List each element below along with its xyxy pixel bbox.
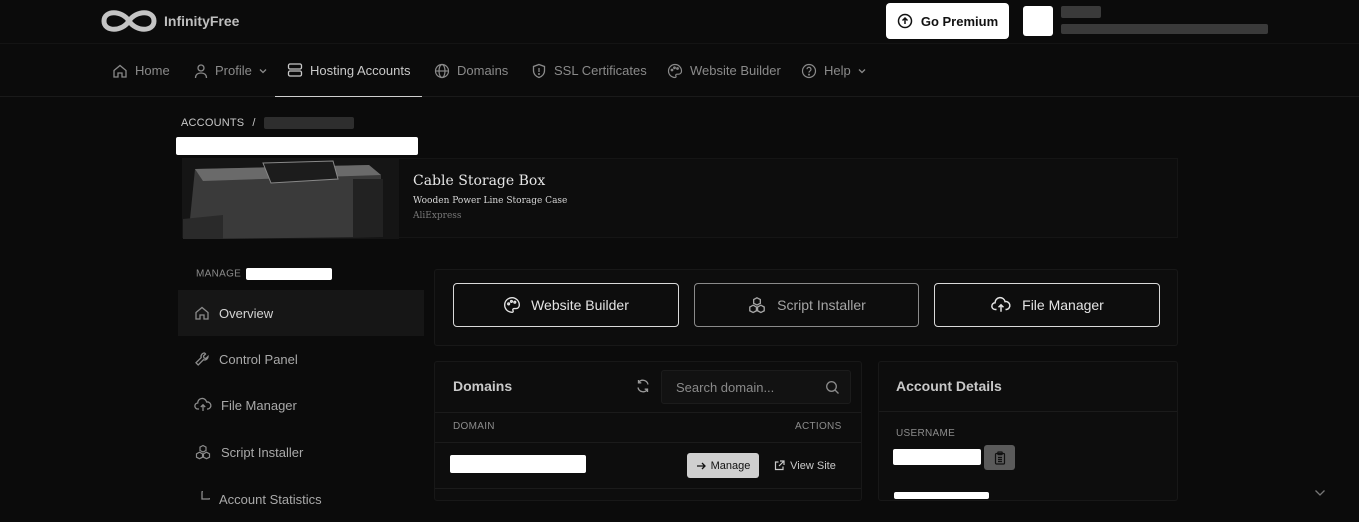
- chart-icon: [201, 491, 210, 500]
- divider: [435, 412, 861, 413]
- column-header-domain: DOMAIN: [453, 421, 495, 432]
- view-site-button-label: View Site: [790, 459, 836, 472]
- website-builder-button-label: Website Builder: [531, 297, 629, 313]
- cloud-upload-icon: [991, 296, 1011, 312]
- column-header-actions: ACTIONS: [795, 421, 842, 432]
- domains-card-title: Domains: [453, 378, 513, 394]
- nav-ssl-certificates[interactable]: SSL Certificates: [531, 44, 647, 97]
- search-icon[interactable]: [825, 380, 840, 395]
- nav-home[interactable]: Home: [112, 44, 170, 97]
- account-details-title: Account Details: [896, 378, 1002, 394]
- nav-hosting-accounts-label: Hosting Accounts: [310, 62, 411, 78]
- page-title-redacted: [176, 137, 418, 155]
- sidebar-item-script-installer[interactable]: Script Installer: [178, 429, 424, 475]
- domain-search: [661, 370, 851, 404]
- user-email-redacted: [1061, 24, 1268, 34]
- view-site-button[interactable]: View Site: [767, 453, 843, 478]
- sidebar-item-control-panel[interactable]: Control Panel: [178, 336, 424, 382]
- arrow-right-icon: [696, 462, 706, 469]
- brand-logo[interactable]: InfinityFree: [100, 6, 239, 36]
- sidebar-item-script-installer-label: Script Installer: [221, 444, 304, 460]
- go-premium-label: Go Premium: [920, 13, 999, 29]
- nav-domains[interactable]: Domains: [434, 44, 508, 97]
- copy-username-button[interactable]: [984, 445, 1015, 470]
- sponsored-ad[interactable]: Cable Storage Box Wooden Power Line Stor…: [182, 158, 1178, 239]
- username-label: USERNAME: [896, 428, 956, 439]
- detail-value-redacted: [894, 492, 989, 499]
- user-name-redacted: [1061, 6, 1101, 18]
- arrow-up-circle-icon: [897, 13, 913, 29]
- clipboard-icon: [994, 450, 1005, 465]
- server-icon: [287, 63, 303, 77]
- cubes-icon: [195, 444, 211, 460]
- sidebar-item-overview[interactable]: Overview: [178, 290, 424, 336]
- script-installer-button-label: Script Installer: [777, 297, 866, 313]
- manage-domain-button[interactable]: Manage: [687, 453, 759, 478]
- nav-website-builder[interactable]: Website Builder: [667, 44, 781, 97]
- main-nav: Home Profile Hosting Accounts Domains SS…: [0, 44, 1359, 97]
- nav-help-label: Help: [824, 63, 851, 78]
- sidebar-item-overview-label: Overview: [219, 305, 274, 321]
- manage-label-text: MANAGE: [196, 268, 242, 280]
- shield-icon: [532, 63, 546, 78]
- help-circle-icon: [801, 63, 817, 78]
- nav-help[interactable]: Help: [801, 44, 866, 97]
- sidebar-item-file-manager[interactable]: File Manager: [178, 382, 424, 428]
- nav-website-builder-label: Website Builder: [690, 63, 781, 78]
- chevron-down-icon: [259, 68, 267, 73]
- avatar: [1023, 6, 1053, 36]
- domain-search-input[interactable]: [662, 371, 822, 403]
- sidebar-item-control-panel-label: Control Panel: [219, 351, 298, 367]
- sidebar-item-account-statistics[interactable]: Account Statistics: [178, 476, 424, 522]
- chevron-down-icon[interactable]: [1314, 489, 1326, 497]
- breadcrumb-accounts[interactable]: ACCOUNTS: [181, 117, 244, 129]
- home-icon: [113, 64, 127, 78]
- ad-subtitle: Wooden Power Line Storage Case: [413, 196, 568, 206]
- cloud-upload-icon: [194, 397, 212, 411]
- breadcrumb: ACCOUNTS /: [181, 117, 354, 129]
- external-link-icon: [775, 460, 785, 471]
- nav-domains-label: Domains: [457, 63, 509, 78]
- manage-account-redacted: [246, 268, 333, 280]
- nav-profile[interactable]: Profile: [194, 44, 267, 97]
- top-bar: InfinityFree Go Premium: [0, 0, 1359, 44]
- divider: [879, 411, 1177, 412]
- brand-name: InfinityFree: [164, 13, 240, 29]
- wrench-icon: [195, 352, 209, 366]
- manage-label: MANAGE: [196, 268, 333, 280]
- cubes-icon: [749, 297, 766, 314]
- ad-source: AliExpress: [413, 211, 462, 221]
- divider: [435, 442, 861, 443]
- go-premium-button[interactable]: Go Premium: [886, 3, 1009, 39]
- nav-ssl-certificates-label: SSL Certificates: [554, 63, 647, 78]
- nav-profile-label: Profile: [215, 63, 252, 78]
- infinity-logo-icon: [101, 10, 157, 32]
- website-builder-button[interactable]: Website Builder: [453, 283, 679, 327]
- chevron-down-icon: [858, 68, 866, 73]
- refresh-icon[interactable]: [635, 378, 651, 394]
- username-redacted: [893, 449, 981, 465]
- sidebar-item-file-manager-label: File Manager: [221, 397, 297, 413]
- manage-domain-button-label: Manage: [710, 459, 751, 472]
- globe-icon: [434, 63, 450, 78]
- domain-name-redacted: [450, 455, 586, 473]
- palette-icon: [504, 297, 521, 313]
- ad-title: Cable Storage Box: [413, 173, 546, 189]
- breadcrumb-account-redacted: [263, 117, 354, 129]
- nav-home-label: Home: [135, 63, 170, 78]
- file-manager-button[interactable]: File Manager: [934, 283, 1160, 327]
- palette-icon: [667, 63, 683, 78]
- user-menu[interactable]: [1023, 6, 1268, 36]
- nav-hosting-accounts[interactable]: Hosting Accounts: [275, 44, 422, 97]
- divider: [435, 488, 861, 489]
- sidebar-item-account-statistics-label: Account Statistics: [219, 491, 322, 507]
- ad-image: [183, 159, 399, 239]
- user-icon: [194, 63, 208, 78]
- home-icon: [195, 306, 209, 320]
- file-manager-button-label: File Manager: [1022, 297, 1104, 313]
- script-installer-button[interactable]: Script Installer: [694, 283, 919, 327]
- breadcrumb-separator: /: [252, 117, 256, 129]
